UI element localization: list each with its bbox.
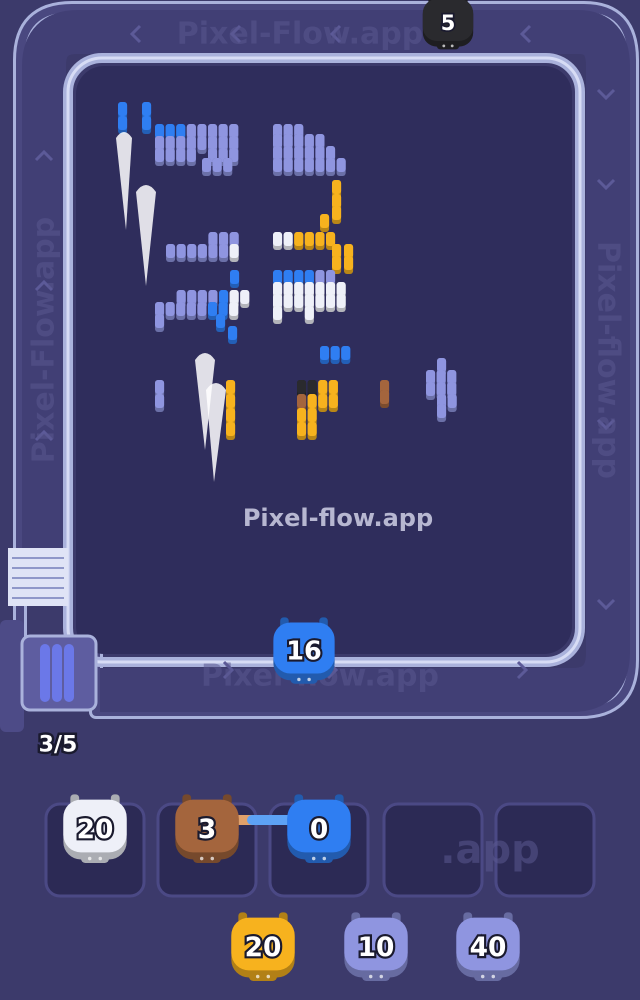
pixel-block: [294, 158, 304, 176]
pixel-block: [294, 232, 304, 250]
pig-shooter-on-belt: 16: [273, 617, 335, 684]
queue-pig-2[interactable]: 10: [344, 912, 408, 981]
pixel-block: [447, 394, 457, 412]
pixel-block: [315, 232, 325, 250]
pixel-block: [212, 158, 222, 176]
pixel-block: [226, 422, 236, 440]
game-scene: Pixel-Flow.app Pixel-flow.app Pixel-Flow…: [0, 0, 639, 981]
pixel-block: [328, 394, 338, 412]
pixel-block: [332, 206, 342, 224]
pixel-block: [186, 302, 196, 320]
belt-watermark-left: Pixel-Flow.app: [27, 217, 62, 463]
pig-shooter-top: 5: [422, 0, 474, 50]
pixel-block: [187, 244, 197, 262]
slot-pig-3-value: 0: [310, 814, 328, 845]
pixel-block: [307, 422, 317, 440]
pixel-block: [344, 256, 354, 274]
pixel-block: [283, 158, 293, 176]
pixel-block: [155, 314, 165, 332]
pixel-block: [197, 244, 207, 262]
pixel-block: [318, 394, 328, 412]
queue-pig-1[interactable]: 20: [231, 912, 295, 981]
queue-pig-1-value: 20: [245, 932, 282, 963]
pixel-block: [341, 346, 351, 364]
pixel-block: [165, 148, 175, 166]
pixel-block: [304, 306, 314, 324]
pixel-block: [336, 294, 346, 312]
pixel-block: [186, 148, 196, 166]
pixel-block: [283, 294, 293, 312]
pixel-block: [326, 158, 336, 176]
pixel-block: [437, 404, 447, 422]
pixel-block: [118, 116, 128, 134]
pixel-block: [176, 148, 186, 166]
pixel-block: [294, 294, 304, 312]
pixel-block: [240, 290, 250, 308]
pig-shooter-on-belt-value: 16: [286, 636, 322, 666]
pixel-block: [208, 244, 218, 262]
pixel-block: [273, 232, 283, 250]
belt-watermark-right: Pixel-flow.app: [591, 241, 626, 479]
pixel-block: [315, 294, 325, 312]
pixel-block: [304, 232, 314, 250]
slot-pig-1-value: 20: [77, 814, 114, 845]
pixel-block: [426, 382, 436, 400]
pixel-block: [216, 314, 226, 332]
belt-capacity-counter: 3/5: [39, 733, 78, 758]
slot-watermark: .app: [440, 827, 539, 873]
pixel-block: [297, 422, 307, 440]
pixel-block: [219, 244, 229, 262]
pixel-block: [326, 294, 336, 312]
pixel-block: [273, 158, 283, 176]
queue-pig-3[interactable]: 40: [456, 912, 520, 981]
pixel-block: [176, 302, 186, 320]
pixel-block: [223, 158, 233, 176]
pixel-block: [230, 270, 240, 288]
pixel-block: [228, 326, 238, 344]
pixel-block: [320, 346, 330, 364]
pixel-block: [166, 244, 176, 262]
pixel-block: [197, 136, 207, 154]
pixel-block: [176, 244, 186, 262]
pixel-block: [155, 148, 165, 166]
pixel-block: [197, 302, 207, 320]
pixel-block: [202, 158, 212, 176]
slot-pig-3[interactable]: 0: [287, 794, 351, 863]
pixel-block: [229, 244, 239, 262]
pixel-block: [283, 232, 293, 250]
pixel-block: [330, 346, 340, 364]
belt-watermark-top: Pixel-Flow.app: [177, 17, 423, 52]
queue-pig-3-value: 40: [470, 932, 507, 963]
pixel-block: [229, 302, 239, 320]
slot-pig-2[interactable]: 3: [175, 794, 239, 863]
pixel-block: [165, 302, 175, 320]
pixel-block: [273, 306, 283, 324]
pixel-block: [142, 116, 152, 134]
slot-pig-2-value: 3: [198, 814, 216, 845]
queue-pig-2-value: 10: [358, 932, 395, 963]
pixel-block: [320, 214, 330, 232]
pixel-block: [380, 390, 390, 408]
pixel-block: [315, 158, 325, 176]
pixel-block: [208, 302, 218, 320]
pixel-block: [304, 158, 314, 176]
pixel-block: [155, 394, 165, 412]
watermark-center: Pixel-flow.app: [243, 504, 433, 532]
pig-shooter-top-value: 5: [441, 11, 456, 35]
slot-pig-1[interactable]: 20: [63, 794, 127, 863]
pixel-block: [336, 158, 346, 176]
